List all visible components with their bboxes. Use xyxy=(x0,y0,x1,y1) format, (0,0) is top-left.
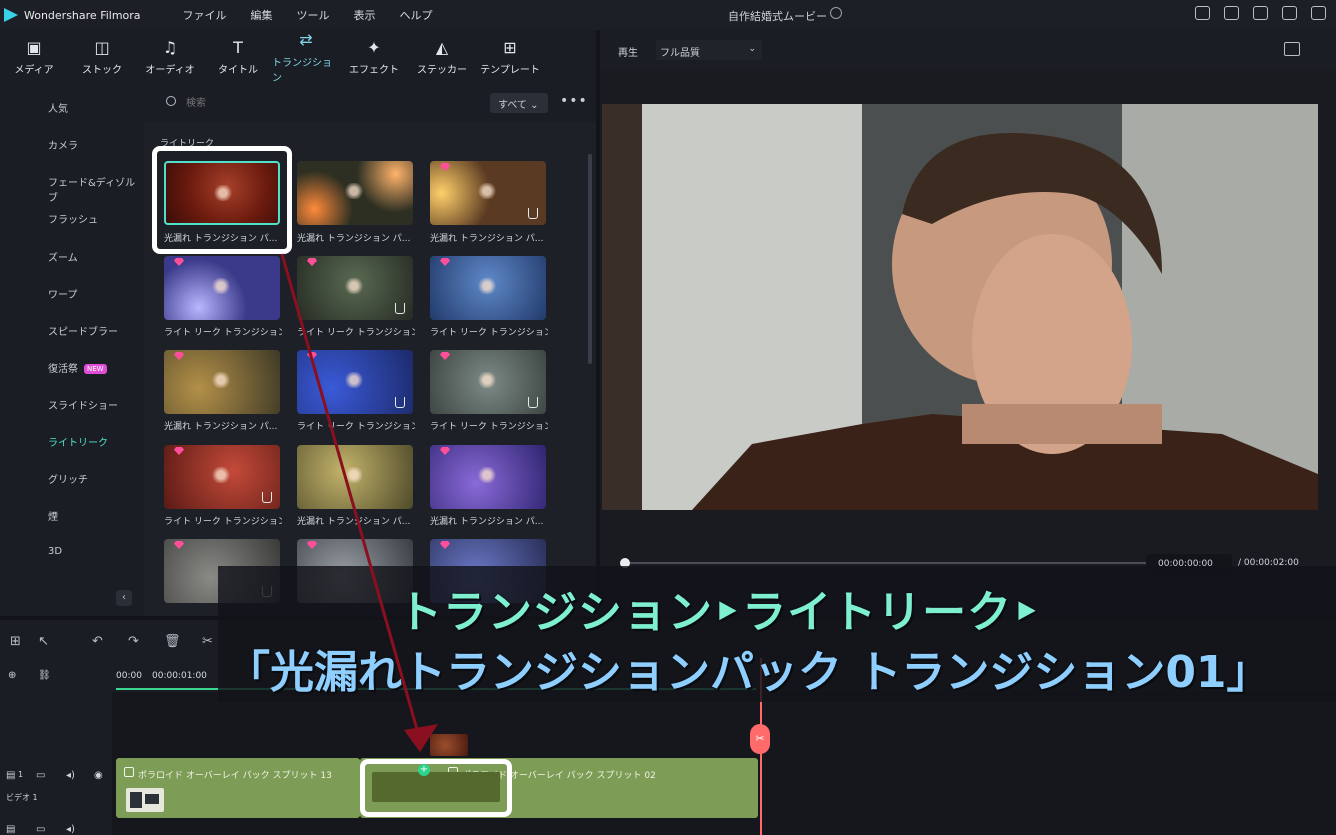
filmora-window: Wondershare Filmora ファイル 編集 ツール 表示 ヘルプ 自… xyxy=(0,0,1336,835)
drag-arrow xyxy=(280,253,438,752)
drag-arrow-line xyxy=(280,253,422,741)
drag-arrow-head xyxy=(404,724,438,752)
